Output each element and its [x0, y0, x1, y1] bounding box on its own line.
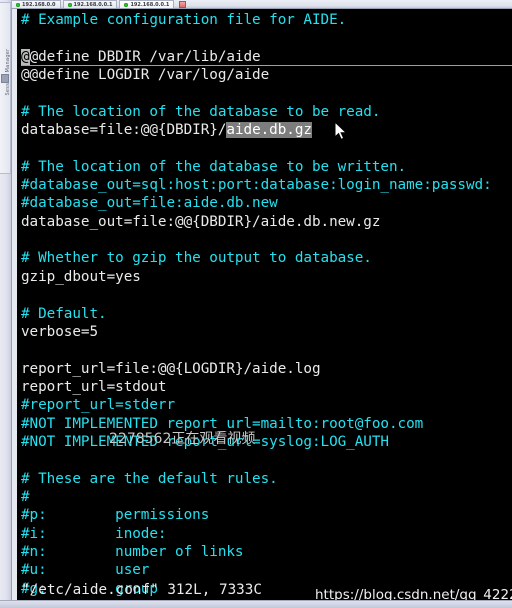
terminal-frame: # Example configuration file for AIDE. @…: [11, 9, 512, 600]
terminal-line: report_url=stdout: [21, 378, 167, 395]
session-manager-tab[interactable]: Session Manager: [0, 2, 11, 174]
terminal-line: #NOT IMPLEMENTED report_url=mailto:root@…: [21, 415, 424, 432]
text-cursor: @: [21, 48, 30, 65]
terminal-line: #NOT IMPLEMENTED report_url=syslog:LOG_A…: [21, 433, 389, 450]
terminal-line: verbose=5: [21, 323, 99, 340]
terminal-line: #n: number of links: [21, 543, 244, 560]
tab-session-2[interactable]: 192.168.0.0.1: [62, 0, 118, 8]
close-icon[interactable]: [179, 1, 187, 8]
tab-label: 192.168.0.0.1: [73, 1, 113, 8]
terminal-line: report_url=file:@@{LOGDIR}/aide.log: [21, 360, 321, 377]
terminal-line: #i: inode:: [21, 525, 167, 542]
tab-strip[interactable]: 192.168.0.0 192.168.0.0.1 192.168.0.0.1: [11, 0, 512, 9]
terminal-line: database_out=file:@@{DBDIR}/aide.db.new.…: [21, 213, 381, 230]
terminal-line: # These are the default rules.: [21, 470, 278, 487]
terminal-line: #: [21, 488, 30, 505]
terminal-line: @@define DBDIR /var/lib/aide: [21, 48, 512, 67]
tab-label: 192.168.0.0: [22, 1, 56, 8]
cursor-line-underline: [21, 65, 512, 67]
terminal-line: #report_url=stderr: [21, 397, 176, 414]
terminal-text-area[interactable]: # Example configuration file for AIDE. @…: [21, 11, 512, 600]
terminal-line: #database_out=file:aide.db.new: [21, 195, 278, 212]
terminal-line: # Whether to gzip the output to database…: [21, 250, 372, 267]
file-info-text: "/etc/aide.conf" 312L, 7333C: [21, 582, 263, 598]
vim-status-line: "/etc/aide.conf" 312L, 7333C: [21, 580, 512, 600]
terminal-line: #u: user: [21, 562, 150, 579]
window-bottom-bar: [0, 600, 512, 608]
connected-status-icon: [16, 2, 20, 7]
connected-status-icon: [67, 2, 72, 7]
connected-status-icon: [124, 2, 129, 7]
splitter-handle[interactable]: [1, 74, 9, 83]
terminal-line: #p: permissions: [21, 507, 210, 524]
terminal-line: # The location of the database to be wri…: [21, 158, 407, 175]
terminal-screen[interactable]: # Example configuration file for AIDE. @…: [17, 9, 512, 600]
terminal-line: # Example configuration file for AIDE.: [21, 12, 347, 28]
selected-text[interactable]: aide.db.gz: [226, 122, 312, 139]
terminal-line: database=file:@@{DBDIR}/aide.db.gz: [21, 122, 312, 139]
terminal-window: Session Manager 192.168.0.0 192.168.0.0.…: [0, 0, 512, 608]
terminal-line: gzip_dbout=yes: [21, 268, 141, 285]
tab-session-3[interactable]: 192.168.0.0.1: [119, 0, 175, 8]
terminal-line: #database_out=sql:host:port:database:log…: [21, 177, 492, 194]
terminal-line: @@define LOGDIR /var/log/aide: [21, 67, 270, 84]
tab-label: 192.168.0.0.1: [130, 1, 170, 8]
tab-session-1[interactable]: 192.168.0.0: [11, 0, 61, 8]
terminal-line: # The location of the database to be rea…: [21, 103, 381, 120]
terminal-line: # Default.: [21, 305, 107, 322]
